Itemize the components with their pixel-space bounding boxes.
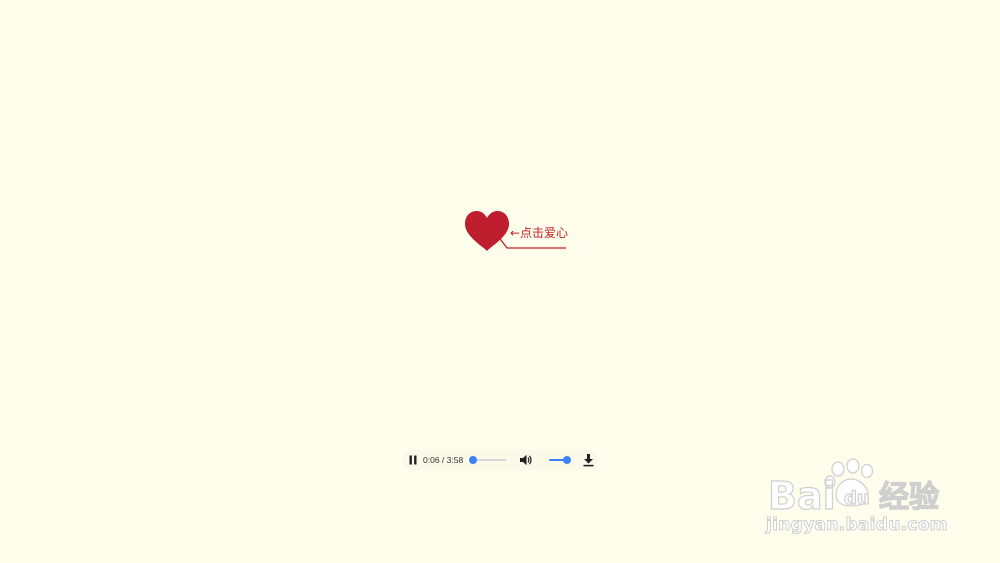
callout-label: ←点击爱心: [510, 226, 569, 240]
svg-text:经验: 经验: [879, 480, 939, 515]
progress-slider[interactable]: [468, 456, 506, 464]
baidu-logo-watermark: Bai du 经验: [767, 458, 940, 517]
time-display: 0:06 / 3:58: [423, 455, 464, 465]
volume-icon[interactable]: [519, 453, 533, 467]
pause-icon[interactable]: [408, 455, 418, 465]
audio-player: 0:06 / 3:58: [402, 450, 598, 470]
download-icon[interactable]: [582, 453, 595, 467]
progress-thumb[interactable]: [468, 456, 477, 464]
baidu-jingyan-watermark: Bai du 经验 jingyan.baidu.com: [762, 455, 952, 545]
volume-slider[interactable]: [549, 456, 571, 464]
svg-text:Bai: Bai: [768, 474, 836, 517]
volume-thumb[interactable]: [563, 456, 571, 464]
page-stage: ←点击爱心 0:06 / 3:58 Bai du 经验 jingyan.baid…: [0, 0, 1000, 563]
heart-callout: ←点击爱心: [464, 210, 574, 255]
svg-text:du: du: [844, 488, 870, 509]
watermark-url: jingyan.baidu.com: [766, 515, 949, 536]
